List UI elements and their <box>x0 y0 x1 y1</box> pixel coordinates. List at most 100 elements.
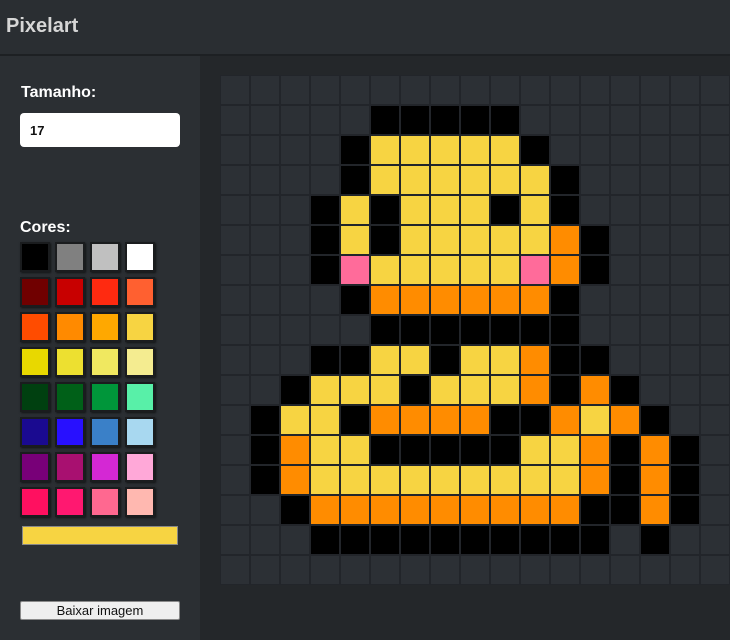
pixel-cell[interactable] <box>340 405 370 435</box>
pixel-cell[interactable] <box>370 405 400 435</box>
pixel-cell[interactable] <box>520 105 550 135</box>
pixel-cell[interactable] <box>280 315 310 345</box>
pixel-cell[interactable] <box>550 525 580 555</box>
pixel-cell[interactable] <box>700 165 730 195</box>
pixel-cell[interactable] <box>640 75 670 105</box>
pixel-cell[interactable] <box>430 195 460 225</box>
pixel-cell[interactable] <box>670 135 700 165</box>
pixel-cell[interactable] <box>430 465 460 495</box>
pixel-cell[interactable] <box>610 345 640 375</box>
pixel-cell[interactable] <box>460 285 490 315</box>
pixel-cell[interactable] <box>430 525 460 555</box>
color-swatch[interactable] <box>55 487 85 517</box>
pixel-cell[interactable] <box>550 405 580 435</box>
pixel-cell[interactable] <box>400 375 430 405</box>
color-swatch[interactable] <box>90 242 120 272</box>
pixel-cell[interactable] <box>490 105 520 135</box>
pixel-cell[interactable] <box>430 225 460 255</box>
pixel-cell[interactable] <box>460 435 490 465</box>
pixel-cell[interactable] <box>700 525 730 555</box>
pixel-cell[interactable] <box>550 285 580 315</box>
color-swatch[interactable] <box>125 382 155 412</box>
color-swatch[interactable] <box>90 487 120 517</box>
color-swatch[interactable] <box>20 242 50 272</box>
pixel-cell[interactable] <box>460 135 490 165</box>
pixel-cell[interactable] <box>340 195 370 225</box>
color-swatch[interactable] <box>125 277 155 307</box>
pixel-cell[interactable] <box>310 285 340 315</box>
pixel-cell[interactable] <box>520 315 550 345</box>
pixel-cell[interactable] <box>400 165 430 195</box>
color-swatch[interactable] <box>20 312 50 342</box>
color-swatch[interactable] <box>55 242 85 272</box>
pixel-cell[interactable] <box>430 75 460 105</box>
pixel-cell[interactable] <box>670 405 700 435</box>
color-swatch[interactable] <box>20 417 50 447</box>
pixel-cell[interactable] <box>460 465 490 495</box>
pixel-cell[interactable] <box>370 495 400 525</box>
color-swatch[interactable] <box>125 347 155 377</box>
pixel-cell[interactable] <box>640 405 670 435</box>
pixel-cell[interactable] <box>310 435 340 465</box>
pixel-cell[interactable] <box>310 135 340 165</box>
pixel-cell[interactable] <box>370 465 400 495</box>
color-swatch[interactable] <box>55 417 85 447</box>
pixel-cell[interactable] <box>670 465 700 495</box>
pixel-cell[interactable] <box>580 435 610 465</box>
pixel-cell[interactable] <box>610 435 640 465</box>
pixel-cell[interactable] <box>220 465 250 495</box>
pixel-cell[interactable] <box>250 555 280 585</box>
pixel-cell[interactable] <box>520 465 550 495</box>
pixel-cell[interactable] <box>460 75 490 105</box>
pixel-cell[interactable] <box>670 525 700 555</box>
pixel-cell[interactable] <box>370 555 400 585</box>
pixel-cell[interactable] <box>640 285 670 315</box>
pixel-cell[interactable] <box>580 495 610 525</box>
pixel-cell[interactable] <box>580 255 610 285</box>
pixel-cell[interactable] <box>220 165 250 195</box>
pixel-cell[interactable] <box>250 405 280 435</box>
pixel-cell[interactable] <box>610 135 640 165</box>
color-swatch[interactable] <box>20 347 50 377</box>
pixel-cell[interactable] <box>580 195 610 225</box>
pixel-cell[interactable] <box>700 225 730 255</box>
pixel-cell[interactable] <box>310 405 340 435</box>
pixel-cell[interactable] <box>280 195 310 225</box>
pixel-cell[interactable] <box>670 435 700 465</box>
pixel-cell[interactable] <box>400 345 430 375</box>
pixel-cell[interactable] <box>610 285 640 315</box>
pixel-cell[interactable] <box>430 105 460 135</box>
pixel-cell[interactable] <box>520 135 550 165</box>
pixel-cell[interactable] <box>250 105 280 135</box>
pixel-cell[interactable] <box>580 525 610 555</box>
pixel-cell[interactable] <box>220 435 250 465</box>
pixel-cell[interactable] <box>310 165 340 195</box>
pixel-cell[interactable] <box>520 525 550 555</box>
pixel-cell[interactable] <box>640 435 670 465</box>
pixel-cell[interactable] <box>670 195 700 225</box>
color-swatch[interactable] <box>90 382 120 412</box>
pixel-cell[interactable] <box>520 225 550 255</box>
pixel-cell[interactable] <box>670 345 700 375</box>
pixel-cell[interactable] <box>550 225 580 255</box>
pixel-cell[interactable] <box>640 375 670 405</box>
pixel-cell[interactable] <box>280 255 310 285</box>
pixel-cell[interactable] <box>280 285 310 315</box>
color-swatch[interactable] <box>90 312 120 342</box>
pixel-cell[interactable] <box>520 285 550 315</box>
pixel-cell[interactable] <box>610 255 640 285</box>
pixel-cell[interactable] <box>460 525 490 555</box>
pixel-cell[interactable] <box>550 345 580 375</box>
pixel-cell[interactable] <box>280 75 310 105</box>
pixel-cell[interactable] <box>250 135 280 165</box>
pixel-cell[interactable] <box>580 135 610 165</box>
pixel-cell[interactable] <box>580 75 610 105</box>
pixel-cell[interactable] <box>280 435 310 465</box>
color-swatch[interactable] <box>90 452 120 482</box>
pixel-cell[interactable] <box>340 105 370 135</box>
pixel-cell[interactable] <box>640 105 670 135</box>
pixel-cell[interactable] <box>310 225 340 255</box>
pixel-cell[interactable] <box>550 555 580 585</box>
color-swatch[interactable] <box>90 347 120 377</box>
pixel-cell[interactable] <box>640 315 670 345</box>
